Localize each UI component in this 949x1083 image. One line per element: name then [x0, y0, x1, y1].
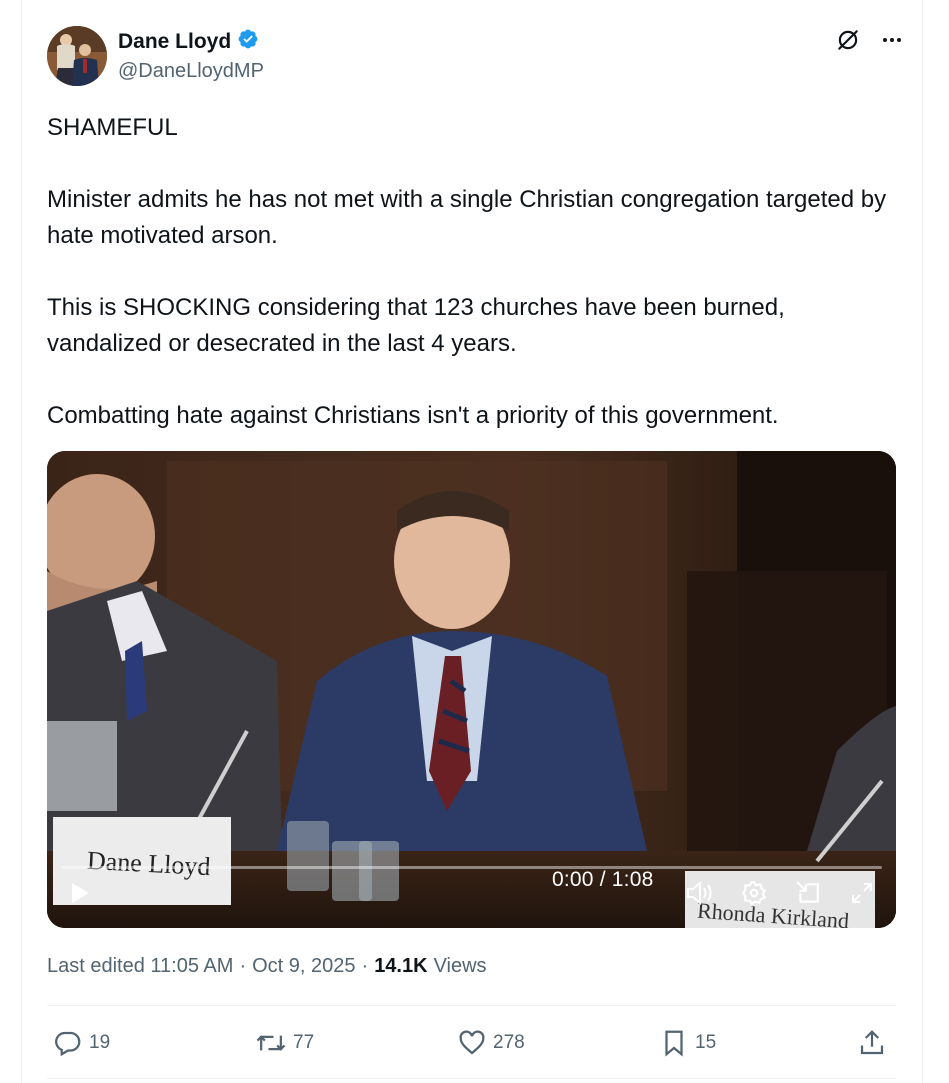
video-controls: 0:00 / 1:08 [47, 838, 896, 928]
volume-icon[interactable] [683, 876, 717, 910]
repost-button[interactable]: 77 [255, 1028, 314, 1058]
meta-separator: · [239, 955, 247, 977]
more-icon[interactable] [878, 26, 906, 54]
tweet-text: SHAMEFUL Minister admits he has not met … [47, 110, 887, 434]
author-name-row[interactable]: Dane Lloyd [118, 28, 259, 55]
divider [47, 1005, 896, 1006]
grok-icon[interactable] [834, 26, 862, 54]
divider [47, 1078, 896, 1079]
views-count: 14.1K [374, 955, 428, 977]
verified-badge-icon [237, 28, 259, 55]
like-count: 278 [493, 1032, 525, 1053]
bookmark-count: 15 [695, 1032, 717, 1053]
author-display-name[interactable]: Dane Lloyd [118, 30, 231, 54]
bookmark-icon [665, 1030, 683, 1057]
tweet-paragraph: This is SHOCKING considering that 123 ch… [47, 294, 785, 357]
pip-icon[interactable] [791, 876, 825, 910]
post-date[interactable]: Oct 9, 2025 [252, 955, 355, 978]
reply-count: 19 [89, 1032, 111, 1053]
settings-icon[interactable] [737, 876, 771, 910]
author-handle[interactable]: @DaneLloydMP [118, 60, 264, 83]
reply-button[interactable]: 19 [53, 1028, 110, 1058]
video-timecode: 0:00 / 1:08 [552, 868, 654, 891]
tweet-paragraph: SHAMEFUL [47, 114, 178, 141]
bookmark-button[interactable]: 15 [659, 1028, 716, 1058]
fullscreen-icon[interactable] [845, 876, 879, 910]
action-bar: 19 77 278 15 [47, 1022, 896, 1066]
share-button[interactable] [857, 1028, 887, 1058]
repost-icon [256, 1035, 286, 1051]
tweet-paragraph: Combatting hate against Christians isn't… [47, 402, 779, 429]
repost-count: 77 [293, 1032, 315, 1053]
like-button[interactable]: 278 [457, 1028, 525, 1058]
meta-separator: · [361, 955, 369, 977]
play-icon[interactable] [65, 878, 95, 908]
heart-icon [459, 1030, 485, 1055]
share-icon [860, 1030, 884, 1055]
video-progress-bar[interactable] [61, 866, 882, 869]
avatar[interactable] [47, 26, 107, 86]
tweet-paragraph: Minister admits he has not met with a si… [47, 186, 887, 249]
video-player[interactable]: Dane Lloyd Rhonda Kirkland 0:00 / 1:08 [47, 451, 896, 928]
tweet-card: Dane Lloyd @DaneLloydMP SHAMEFUL Ministe… [21, 0, 923, 1083]
edited-time[interactable]: Last edited 11:05 AM [47, 955, 233, 978]
views-label: Views [433, 955, 487, 977]
tweet-meta: Last edited 11:05 AM · Oct 9, 2025 · 14.… [47, 955, 487, 978]
reply-icon [55, 1031, 81, 1057]
